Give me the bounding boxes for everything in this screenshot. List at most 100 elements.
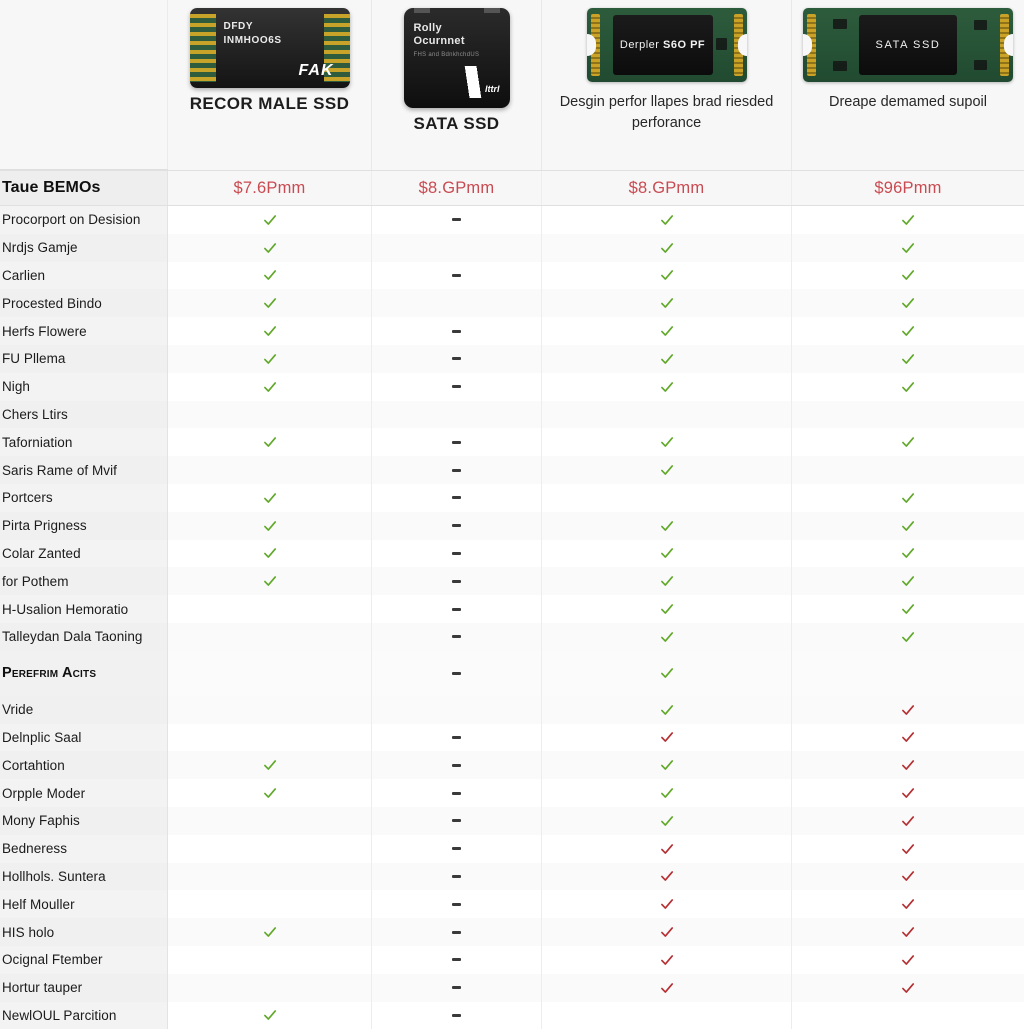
cell-c2 xyxy=(372,511,542,540)
empty-cell xyxy=(269,959,270,960)
cell-c3 xyxy=(542,206,792,234)
row-label-cell: Procorport on Desision xyxy=(0,206,168,234)
cell-c2 xyxy=(372,344,542,373)
cell-c4 xyxy=(792,806,1024,835)
product-image-c2: Rolly Ocurnnet FHS and BdnkhchdUS lttrl xyxy=(403,8,510,108)
empty-cell xyxy=(456,709,457,710)
dash-icon xyxy=(452,763,461,767)
cell-c2 xyxy=(372,595,542,623)
dash-icon xyxy=(452,847,461,851)
cell-c2 xyxy=(372,206,542,234)
dash-icon xyxy=(452,791,461,795)
row-label-cell: Vride xyxy=(0,695,168,724)
cell-c3 xyxy=(542,751,792,780)
table-row: Procested Bindo xyxy=(0,289,1024,318)
product-header-c3[interactable]: Derpler S6O PF Desgin perfor llapes brad… xyxy=(542,0,792,170)
cell-c4 xyxy=(792,751,1024,780)
empty-cell xyxy=(269,470,270,471)
cell-c4 xyxy=(792,567,1024,596)
product-image-label-c2-line2: Ocurnnet xyxy=(413,34,465,47)
product-header-c1[interactable]: DFDY INMHOO6S FAK RECOR MALE SSD xyxy=(168,0,372,170)
row-label: HIS holo xyxy=(2,924,55,940)
cell-c1 xyxy=(168,567,372,596)
cell-c4 xyxy=(792,1001,1024,1029)
red-check-icon xyxy=(902,788,915,798)
price-cell-c2: $8.GPmm xyxy=(372,171,542,205)
table-row: Helf Mouller xyxy=(0,890,1024,919)
check-icon xyxy=(902,631,915,642)
row-label-cell: Delnplic Saal xyxy=(0,723,168,752)
cell-c1 xyxy=(168,206,372,234)
cell-c4 xyxy=(792,539,1024,568)
red-check-icon xyxy=(902,843,915,854)
cell-c1 xyxy=(168,834,372,863)
row-label-cell: FU Pllema xyxy=(0,344,168,373)
check-icon xyxy=(263,215,276,225)
check-icon xyxy=(660,298,673,309)
row-label-cell: Saris Rame of Mvif xyxy=(0,456,168,484)
row-label-cell: Herfs Flowere xyxy=(0,317,168,345)
cell-c1 xyxy=(168,539,372,568)
section-label: Perefrim Acits xyxy=(2,665,97,682)
dash-icon xyxy=(452,902,461,906)
cell-c1 xyxy=(168,622,372,651)
cell-c4 xyxy=(792,400,1024,429)
row-label-cell: Nrdjs Gamje xyxy=(0,233,168,262)
red-check-icon xyxy=(902,871,915,882)
row-label: Procorport on Desision xyxy=(2,212,141,228)
cell-c3 xyxy=(542,695,792,724)
cell-c4 xyxy=(792,834,1024,863)
cell-c3 xyxy=(542,622,792,651)
price-row: Taue BEMOs $7.6Pmm $8.GPmm $8.GPmm $96Pm… xyxy=(0,170,1024,206)
check-icon xyxy=(263,298,276,309)
empty-cell xyxy=(269,737,270,738)
dash-icon xyxy=(452,524,461,528)
product-image-label-line2: INMHOO6S xyxy=(223,34,282,46)
cell-c3 xyxy=(542,233,792,262)
check-icon xyxy=(660,354,673,364)
check-icon xyxy=(902,493,915,503)
cell-c2 xyxy=(372,428,542,457)
red-check-icon xyxy=(902,815,915,826)
empty-cell xyxy=(269,414,270,415)
check-icon xyxy=(660,631,673,642)
empty-cell xyxy=(269,848,270,849)
cell-c3 xyxy=(542,973,792,1002)
check-icon xyxy=(902,270,915,281)
table-row: Ocignal Ftember xyxy=(0,945,1024,974)
cell-c3 xyxy=(542,539,792,568)
row-label: Bedneress xyxy=(2,841,67,857)
empty-cell xyxy=(269,636,270,637)
table-row: Nigh xyxy=(0,372,1024,401)
cell-c2 xyxy=(372,456,542,484)
empty-cell xyxy=(269,904,270,905)
product-image-c4: SATA SSD xyxy=(803,8,1013,82)
product-image-label-c3-line2: S6O PF xyxy=(663,39,706,51)
empty-cell xyxy=(269,709,270,710)
product-header-c2[interactable]: Rolly Ocurnnet FHS and BdnkhchdUS lttrl … xyxy=(372,0,542,170)
cell-c3 xyxy=(542,723,792,752)
cell-c1 xyxy=(168,261,372,290)
red-check-icon xyxy=(660,871,673,882)
cell-c3 xyxy=(542,834,792,863)
red-check-icon xyxy=(902,927,915,937)
check-icon xyxy=(660,704,673,715)
product-image-c1: DFDY INMHOO6S FAK xyxy=(189,8,350,88)
cell-c3 xyxy=(542,945,792,974)
row-label-cell: Talleydan Dala Taoning xyxy=(0,622,168,651)
price-value-c1: $7.6Pmm xyxy=(233,178,306,197)
cell-c3 xyxy=(542,456,792,484)
product-header-c4[interactable]: SATA SSD Dreape demamed supoil xyxy=(792,0,1024,170)
cell-c2 xyxy=(372,806,542,835)
cell-c1 xyxy=(168,233,372,262)
cell-c3 xyxy=(542,918,792,946)
dash-icon xyxy=(452,958,461,962)
empty-cell xyxy=(269,987,270,988)
red-check-icon xyxy=(660,843,673,854)
dash-icon xyxy=(452,930,461,934)
cell-c4 xyxy=(792,317,1024,345)
product-image-brand-c1: FAK xyxy=(298,62,334,79)
row-label: Talleydan Dala Taoning xyxy=(2,629,143,645)
product-image-label-c4-line1: SATA SSD xyxy=(875,39,941,51)
dash-icon xyxy=(452,496,461,500)
